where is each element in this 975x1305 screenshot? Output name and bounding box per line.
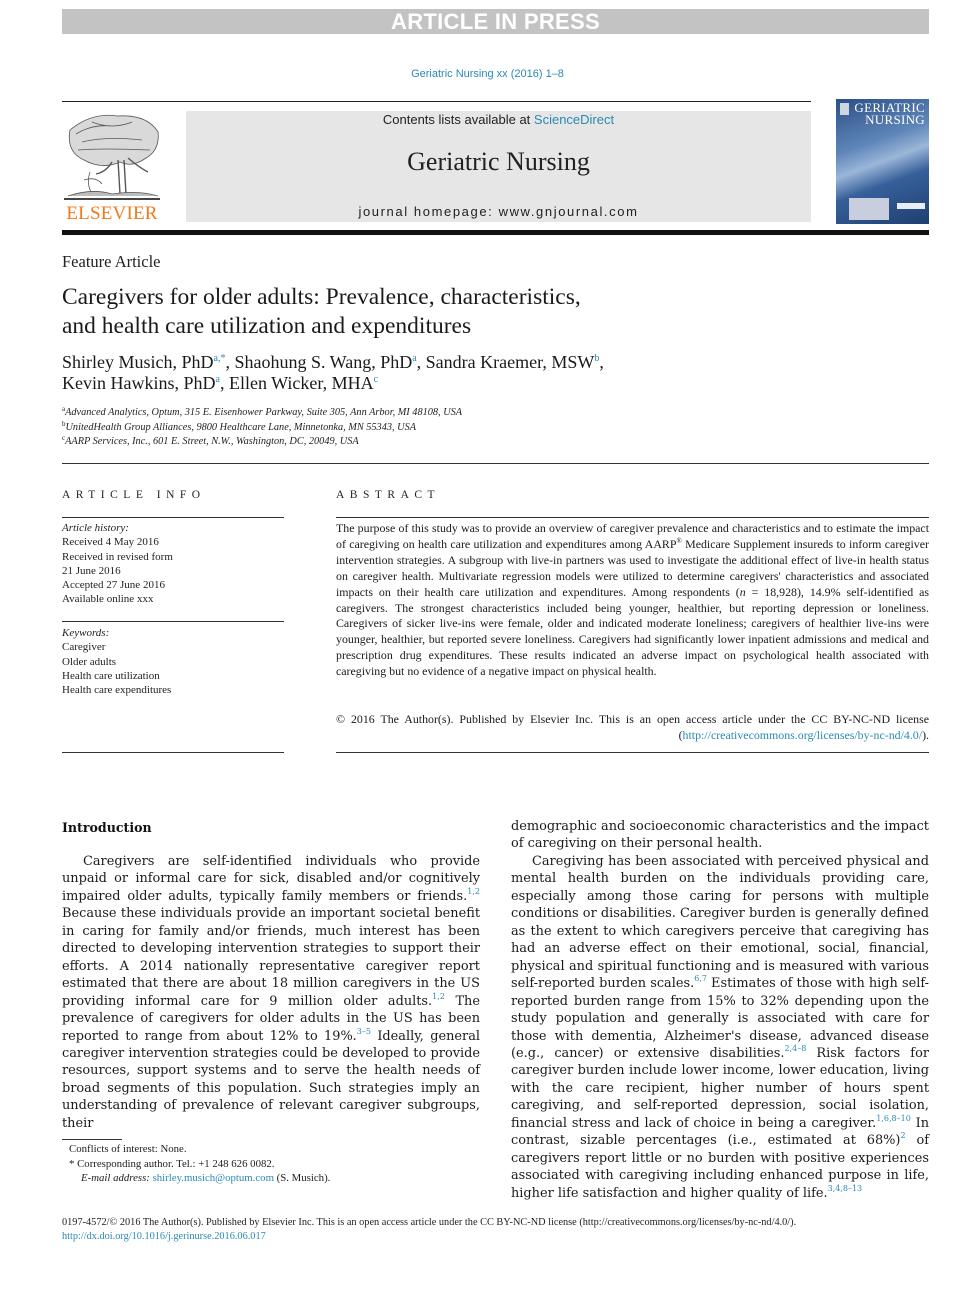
journal-citation-link[interactable]: Geriatric Nursing xx (2016) 1–8 [0, 68, 975, 80]
history-entry: Available online xxx [62, 593, 154, 606]
introduction-right-paragraph-1: demographic and socioeconomic characteri… [511, 819, 929, 852]
cover-badge-icon [897, 203, 925, 209]
divider [62, 752, 284, 753]
article-title: Caregivers for older adults: Prevalence,… [62, 283, 762, 341]
conflicts-footnote: Conflicts of interest: None. [69, 1143, 187, 1155]
body-text: Caregiving has been associated with perc… [511, 854, 929, 992]
author-affiliation-ref[interactable]: c [374, 374, 378, 385]
keyword-item: Health care expenditures [62, 684, 172, 697]
header-rule [62, 101, 811, 102]
body-text: Caregivers are self-identified individua… [62, 854, 480, 904]
section-type: Feature Article [62, 252, 161, 271]
article-history: Article history: Received 4 May 2016 Rec… [62, 521, 173, 607]
article-title-line-2: and health care utilization and expendit… [62, 313, 472, 339]
author-name[interactable]: Kevin Hawkins, PhD [62, 373, 216, 393]
cover-placeholder-box [849, 198, 889, 220]
contents-prefix: Contents lists available at [382, 112, 534, 127]
article-title-line-1: Caregivers for older adults: Prevalence,… [62, 284, 581, 310]
divider [336, 517, 929, 518]
header-thick-rule [62, 230, 929, 235]
sciencedirect-link[interactable]: ScienceDirect [534, 112, 614, 127]
author-name[interactable]: Shirley Musich, PhD [62, 352, 214, 372]
author-name[interactable]: Sandra Kraemer, MSW [426, 352, 595, 372]
citation-ref[interactable]: 3–5 [357, 1027, 371, 1036]
affiliation-item: bUnitedHealth Group Alliances, 9800 Heal… [62, 420, 462, 436]
email-link[interactable]: shirley.musich@optum.com [153, 1172, 274, 1184]
article-history-label: Article history: [62, 522, 129, 534]
citation-ref[interactable]: 3,4,8–13 [828, 1184, 863, 1193]
email-footnote: E-mail address: shirley.musich@optum.com… [69, 1171, 330, 1186]
email-label: E-mail address: [81, 1172, 150, 1184]
copyright-notice: © 2016 The Author(s). Published by Elsev… [336, 712, 929, 744]
license-link[interactable]: http://creativecommons.org/licenses/by-n… [683, 728, 923, 742]
cover-title-line2: Nursing [865, 112, 925, 127]
keyword-item: Health care utilization [62, 669, 160, 682]
divider [62, 463, 929, 464]
doi-link[interactable]: http://dx.doi.org/10.1016/j.gerinurse.20… [62, 1231, 266, 1242]
elsevier-tree-icon [64, 114, 160, 200]
citation-ref[interactable]: 1,2 [467, 887, 480, 896]
author-name[interactable]: Shaohung S. Wang, PhD [234, 352, 412, 372]
introduction-right-paragraph-2: Caregiving has been associated with perc… [511, 853, 929, 1202]
journal-header-box: Contents lists available at ScienceDirec… [186, 111, 811, 222]
citation-ref[interactable]: 2,4–8 [784, 1044, 806, 1053]
affiliations: aAdvanced Analytics, Optum, 315 E. Eisen… [62, 406, 462, 450]
author-list: Shirley Musich, PhDa,*, Shaohung S. Wang… [62, 352, 822, 394]
author-separator: , [599, 352, 604, 372]
corresponding-author-footnote: * Corresponding author. Tel.: +1 248 626… [69, 1157, 275, 1170]
affiliation-text: AARP Services, Inc., 601 E. Street, N.W.… [65, 436, 359, 447]
divider [336, 752, 929, 753]
footnote-divider [62, 1139, 122, 1140]
author-separator: , [416, 352, 426, 372]
citation-ref[interactable]: 1,6,8–10 [876, 1114, 911, 1123]
keywords-label: Keywords: [62, 627, 110, 639]
article-in-press-banner: ARTICLE IN PRESS [62, 9, 929, 34]
history-entry: Received 4 May 2016 [62, 536, 159, 549]
abstract-heading: ABSTRACT [336, 489, 441, 501]
author-name[interactable]: Ellen Wicker, MHA [229, 373, 374, 393]
citation-ref[interactable]: 6,7 [694, 974, 707, 983]
introduction-heading: Introduction [62, 820, 152, 835]
body-text: Because these individuals provide an imp… [62, 906, 480, 1009]
journal-homepage-link[interactable]: journal homepage: www.gnjournal.com [186, 204, 811, 219]
footnotes: Conflicts of interest: None. * Correspon… [69, 1142, 330, 1186]
history-entry: Received in revised form [62, 550, 173, 563]
affiliation-text: UnitedHealth Group Alliances, 9800 Healt… [65, 421, 417, 433]
abstract-text: The purpose of this study was to provide… [336, 521, 929, 680]
journal-cover-image[interactable]: Geriatric Nursing [836, 99, 929, 224]
contents-available-line: Contents lists available at ScienceDirec… [186, 112, 811, 127]
elsevier-wordmark: ELSEVIER [66, 203, 158, 224]
keywords: Keywords: Caregiver Older adults Health … [62, 626, 171, 697]
history-entry: 21 June 2016 [62, 564, 121, 577]
cover-publisher-mark-icon [840, 103, 849, 115]
email-suffix: (S. Musich). [273, 1172, 331, 1184]
divider [62, 621, 284, 622]
journal-title: Geriatric Nursing [407, 147, 590, 176]
affiliation-text: Advanced Analytics, Optum, 315 E. Eisenh… [65, 407, 463, 418]
history-entry: Accepted 27 June 2016 [62, 579, 165, 592]
issn-license-line: 0197-4572/© 2016 The Author(s). Publishe… [62, 1217, 797, 1228]
divider [62, 517, 284, 518]
cover-title: Geriatric Nursing [854, 101, 925, 127]
keyword-item: Older adults [62, 655, 117, 668]
citation-ref[interactable]: 1,2 [432, 992, 445, 1001]
keyword-item: Caregiver [62, 641, 106, 654]
affiliation-item: aAdvanced Analytics, Optum, 315 E. Eisen… [62, 406, 462, 421]
elsevier-logo[interactable]: ELSEVIER [62, 110, 162, 225]
author-affiliation-ref[interactable]: a,* [214, 353, 226, 364]
copyright-suffix: ). [922, 727, 929, 742]
author-separator: , [219, 373, 229, 393]
introduction-left-column: Caregivers are self-identified individua… [62, 853, 480, 1132]
article-info-heading: ARTICLE INFO [62, 489, 206, 501]
affiliation-item: cAARP Services, Inc., 601 E. Street, N.W… [62, 435, 462, 450]
